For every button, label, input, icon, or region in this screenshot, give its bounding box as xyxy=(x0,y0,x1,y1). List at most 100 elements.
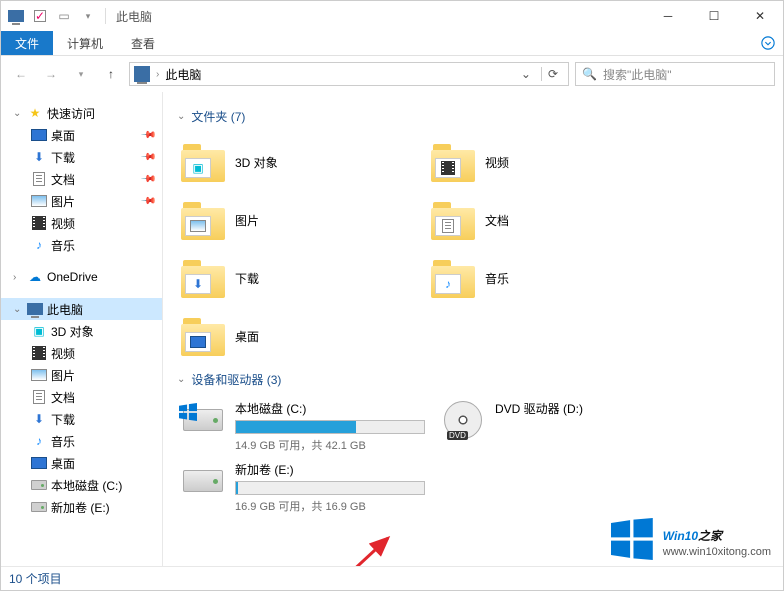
pin-icon: 📌 xyxy=(139,171,156,188)
group-drives-header[interactable]: ⌄ 设备和驱动器 (3) xyxy=(177,371,769,388)
tree-item[interactable]: 视频 xyxy=(1,212,162,234)
tree-label: 3D 对象 xyxy=(51,323,94,340)
group-title: 设备和驱动器 (3) xyxy=(191,371,281,388)
drive-capacity-bar xyxy=(235,481,425,495)
tree-item[interactable]: 新加卷 (E:) xyxy=(1,496,162,518)
drive-icon xyxy=(181,461,225,501)
folder-label: 音乐 xyxy=(485,270,509,287)
music-icon: ♪ xyxy=(31,433,47,449)
video-icon xyxy=(31,215,47,231)
drive-info: 16.9 GB 可用，共 16.9 GB xyxy=(235,498,433,514)
status-item-count: 10 个项目 xyxy=(9,570,62,587)
minimize-button[interactable]: ─ xyxy=(645,1,691,31)
tree-label: 此电脑 xyxy=(47,301,83,318)
tree-item[interactable]: 桌面📌 xyxy=(1,124,162,146)
dvd-icon: DVD xyxy=(441,400,485,440)
tree-label: 图片 xyxy=(51,193,75,210)
folder-item[interactable]: ▣3D 对象 xyxy=(177,133,427,191)
folder-item[interactable]: 视频 xyxy=(427,133,677,191)
tree-this-pc[interactable]: ⌄ 此电脑 xyxy=(1,298,162,320)
search-placeholder: 搜索"此电脑" xyxy=(603,66,672,83)
drive-item[interactable]: 本地磁盘 (C:) 14.9 GB 可用，共 42.1 GB xyxy=(177,396,437,457)
window-title: 此电脑 xyxy=(116,8,152,25)
drive-info: 14.9 GB 可用，共 42.1 GB xyxy=(235,437,433,453)
tree-item[interactable]: 图片 xyxy=(1,364,162,386)
tree-item[interactable]: 视频 xyxy=(1,342,162,364)
watermark: Win10之家 www.win10xitong.com xyxy=(611,518,771,560)
tree-item[interactable]: ⬇下载📌 xyxy=(1,146,162,168)
drive-name: 本地磁盘 (C:) xyxy=(235,400,433,417)
group-folders-header[interactable]: ⌄ 文件夹 (7) xyxy=(177,108,769,125)
breadcrumb[interactable]: 此电脑 xyxy=(165,66,201,83)
desktop-icon xyxy=(31,127,47,143)
drive-item[interactable]: 新加卷 (E:)16.9 GB 可用，共 16.9 GB xyxy=(177,457,437,518)
folder-icon: ♪ xyxy=(431,258,475,298)
download-icon: ⬇ xyxy=(31,149,47,165)
drive-capacity-bar xyxy=(235,420,425,434)
tree-item[interactable]: 图片 📌 xyxy=(1,190,162,212)
folder-label: 视频 xyxy=(485,154,509,171)
drive-item[interactable]: DVDDVD 驱动器 (D:) xyxy=(437,396,697,457)
tree-quick-access[interactable]: ⌄ ★ 快速访问 xyxy=(1,102,162,124)
tree-label: 下载 xyxy=(51,411,75,428)
tree-item[interactable]: ⬇下载 xyxy=(1,408,162,430)
tree-item[interactable]: 文档 xyxy=(1,386,162,408)
tree-label: 下载 xyxy=(51,149,75,166)
pin-icon: 📌 xyxy=(139,193,156,210)
tree-item[interactable]: 文档📌 xyxy=(1,168,162,190)
qat-properties-checkbox[interactable]: ✓ xyxy=(29,5,51,27)
address-dropdown-icon[interactable]: ⌄ xyxy=(517,67,535,81)
tree-label: 图片 xyxy=(51,367,75,384)
tab-file[interactable]: 文件 xyxy=(1,31,53,55)
tree-label: 新加卷 (E:) xyxy=(51,499,110,516)
tree-label: 视频 xyxy=(51,215,75,232)
search-input[interactable]: 🔍 搜索"此电脑" xyxy=(575,62,775,86)
recent-dropdown[interactable]: ▾ xyxy=(69,62,93,86)
ribbon-expand-button[interactable] xyxy=(753,31,783,55)
qat-new-folder-icon[interactable]: ▭ xyxy=(53,5,75,27)
close-button[interactable]: ✕ xyxy=(737,1,783,31)
tree-item[interactable]: 桌面 xyxy=(1,452,162,474)
ribbon-tabs: 文件 计算机 查看 xyxy=(1,31,783,56)
address-bar[interactable]: › 此电脑 ⌄ ⟳ xyxy=(129,62,569,86)
folder-item[interactable]: 图片 xyxy=(177,191,427,249)
tab-view[interactable]: 查看 xyxy=(117,31,169,55)
drive-icon xyxy=(31,477,47,493)
tree-item[interactable]: ♪音乐 xyxy=(1,430,162,452)
qat-dropdown-icon[interactable]: ▾ xyxy=(77,5,99,27)
forward-button[interactable]: → xyxy=(39,62,63,86)
tree-item[interactable]: ▣3D 对象 xyxy=(1,320,162,342)
navigation-tree: ⌄ ★ 快速访问 桌面📌⬇下载📌文档📌图片📌视频♪音乐 › ☁ OneDrive… xyxy=(1,92,163,566)
back-button[interactable]: ← xyxy=(9,62,33,86)
tab-computer[interactable]: 计算机 xyxy=(53,31,117,55)
doc-icon xyxy=(31,171,47,187)
tree-label: 音乐 xyxy=(51,237,75,254)
pc-icon xyxy=(27,301,43,317)
tree-label: 桌面 xyxy=(51,127,75,144)
tree-onedrive[interactable]: › ☁ OneDrive xyxy=(1,266,162,288)
tree-item[interactable]: ♪音乐 xyxy=(1,234,162,256)
navigation-bar: ← → ▾ ↑ › 此电脑 ⌄ ⟳ 🔍 搜索"此电脑" xyxy=(1,56,783,92)
refresh-button[interactable]: ⟳ xyxy=(541,67,564,81)
folder-item[interactable]: 桌面 xyxy=(177,307,427,365)
folder-icon: ⬇ xyxy=(181,258,225,298)
folder-icon xyxy=(431,200,475,240)
windows-logo-icon xyxy=(611,518,653,560)
folder-item[interactable]: ♪ 音乐 xyxy=(427,249,677,307)
chevron-down-icon: ⌄ xyxy=(177,374,185,385)
tree-label: OneDrive xyxy=(47,270,98,284)
chevron-down-icon: ⌄ xyxy=(13,304,23,315)
folder-icon xyxy=(181,200,225,240)
app-icon xyxy=(5,5,27,27)
video-icon xyxy=(31,345,47,361)
folder-label: 文档 xyxy=(485,212,509,229)
folder-item[interactable]: 文档 xyxy=(427,191,677,249)
tree-item[interactable]: 本地磁盘 (C:) xyxy=(1,474,162,496)
maximize-button[interactable]: ☐ xyxy=(691,1,737,31)
drive-icon xyxy=(31,499,47,515)
search-icon: 🔍 xyxy=(582,67,597,81)
folder-icon: ▣ xyxy=(181,142,225,182)
img-icon xyxy=(31,193,47,209)
folder-item[interactable]: ⬇下载 xyxy=(177,249,427,307)
up-button[interactable]: ↑ xyxy=(99,62,123,86)
